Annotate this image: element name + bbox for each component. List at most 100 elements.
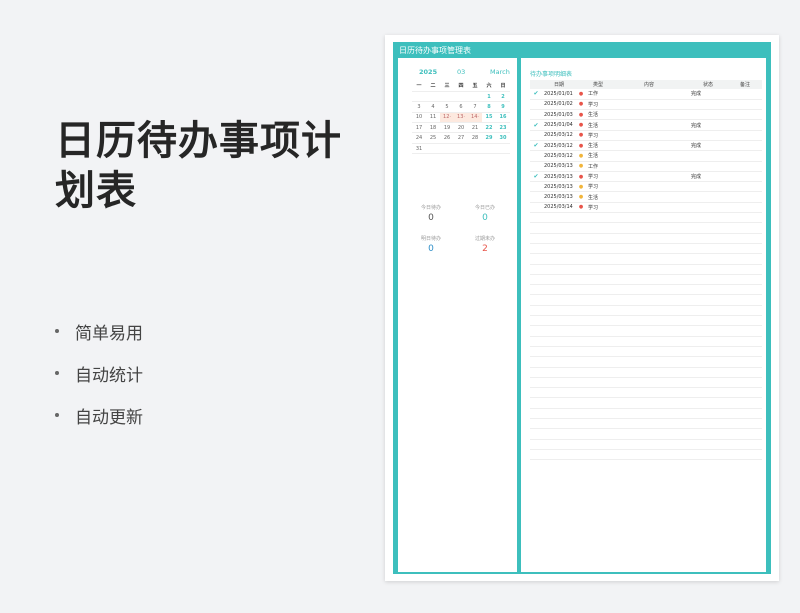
table-row[interactable]: 2025/03/14 ● 学习: [530, 202, 762, 214]
table-row[interactable]: [530, 315, 762, 327]
calendar-day[interactable]: 20: [454, 122, 468, 134]
table-row[interactable]: [530, 294, 762, 306]
table-row[interactable]: 2025/03/13 ● 工作: [530, 161, 762, 172]
todo-date-cell: 2025/03/13: [542, 191, 576, 203]
table-row[interactable]: [530, 356, 762, 368]
calendar-day[interactable]: 17: [412, 122, 426, 134]
calendar-day[interactable]: 25: [426, 132, 440, 144]
calendar-day[interactable]: 13·: [454, 112, 468, 124]
table-row[interactable]: [530, 397, 762, 409]
calendar-day[interactable]: 18: [426, 122, 440, 134]
calendar-day[interactable]: 2: [496, 91, 510, 103]
table-row[interactable]: [530, 418, 762, 430]
table-row[interactable]: [530, 377, 762, 389]
todo-type-cell: [586, 408, 610, 420]
table-row[interactable]: ✔ 2025/01/04 ● 生活 完成: [530, 119, 762, 131]
todo-content-cell: [610, 191, 688, 203]
calendar-weekday: 四: [454, 81, 468, 92]
calendar-day[interactable]: 8: [482, 101, 496, 113]
done-check-icon: [530, 305, 542, 317]
done-check-icon: [530, 356, 542, 368]
table-row[interactable]: ✔ 2025/03/12 ● 生活 完成: [530, 140, 762, 152]
done-check-icon: [530, 449, 542, 461]
table-row[interactable]: [530, 387, 762, 399]
todo-note-cell: [728, 119, 762, 131]
table-row[interactable]: [530, 305, 762, 317]
table-row[interactable]: [530, 408, 762, 420]
calendar-day[interactable]: 5: [440, 101, 454, 113]
table-row[interactable]: [530, 233, 762, 244]
todo-status-cell: [688, 99, 728, 111]
calendar-day[interactable]: 26: [440, 132, 454, 144]
table-row[interactable]: [530, 264, 762, 275]
todo-status-cell: [688, 191, 728, 203]
calendar-day[interactable]: 28: [468, 132, 482, 144]
calendar-day[interactable]: 11: [426, 112, 440, 124]
calendar-day[interactable]: 14·: [468, 112, 482, 124]
calendar-day[interactable]: 31: [412, 143, 426, 155]
todo-column-header: 备注: [728, 80, 762, 89]
calendar-day[interactable]: 7: [468, 101, 482, 113]
calendar-day[interactable]: 30: [496, 132, 510, 144]
table-row[interactable]: [530, 449, 762, 461]
todo-type-cell: [586, 439, 610, 450]
table-row[interactable]: [530, 253, 762, 265]
priority-dot-icon: [576, 387, 586, 399]
table-row[interactable]: [530, 336, 762, 347]
table-row[interactable]: 2025/03/13 ● 学习: [530, 181, 762, 193]
calendar-day[interactable]: 6: [454, 101, 468, 113]
stat-today-done: 今日已办 0: [460, 204, 510, 224]
todo-note-cell: [728, 325, 762, 337]
todo-content-cell: [610, 418, 688, 430]
table-row[interactable]: [530, 274, 762, 286]
calendar-year[interactable]: 2025: [419, 68, 437, 76]
done-check-icon: [530, 274, 542, 286]
todo-table-title: 待办事项明细表: [530, 71, 573, 78]
table-row[interactable]: [530, 346, 762, 358]
table-row[interactable]: [530, 325, 762, 337]
calendar-day[interactable]: 24: [412, 132, 426, 144]
table-row[interactable]: [530, 222, 762, 234]
calendar-day[interactable]: 3: [412, 101, 426, 113]
table-row[interactable]: [530, 243, 762, 255]
todo-note-cell: [728, 150, 762, 162]
calendar-day[interactable]: 10: [412, 112, 426, 124]
todo-content-cell: [610, 202, 688, 214]
table-row[interactable]: 2025/03/13 ● 生活: [530, 191, 762, 203]
table-row[interactable]: [530, 212, 762, 224]
table-row[interactable]: ✔ 2025/03/13 ● 学习 完成: [530, 171, 762, 183]
calendar-day[interactable]: 29: [482, 132, 496, 144]
table-row[interactable]: 2025/03/12 ● 生活: [530, 150, 762, 162]
stat-today-todo: 今日待办 0: [406, 204, 456, 224]
table-row[interactable]: 2025/03/12 ● 学习: [530, 130, 762, 141]
calendar-day[interactable]: 21: [468, 122, 482, 134]
table-row[interactable]: 2025/01/02 ● 学习: [530, 99, 762, 111]
calendar-day[interactable]: 4: [426, 101, 440, 113]
table-row[interactable]: [530, 439, 762, 450]
calendar-day[interactable]: 22: [482, 122, 496, 134]
calendar-day[interactable]: 27: [454, 132, 468, 144]
stat-tomorrow-todo: 明日待办 0: [406, 235, 456, 255]
todo-date-cell: [542, 408, 576, 420]
calendar-day[interactable]: 16: [496, 112, 510, 124]
calendar-day[interactable]: 12·: [440, 112, 454, 124]
table-row[interactable]: [530, 284, 762, 296]
todo-type-cell: [586, 284, 610, 296]
todo-type-cell: 学习: [586, 202, 610, 214]
calendar-day[interactable]: 15: [482, 112, 496, 124]
calendar-day[interactable]: 23: [496, 122, 510, 134]
table-row[interactable]: [530, 367, 762, 378]
table-row[interactable]: ✔ 2025/01/01 ● 工作 完成: [530, 89, 762, 100]
calendar-day[interactable]: 19: [440, 122, 454, 134]
table-row[interactable]: 2025/01/03 ● 生活: [530, 109, 762, 121]
todo-type-cell: 生活: [586, 150, 610, 162]
todo-type-cell: [586, 418, 610, 430]
calendar-day[interactable]: 1: [482, 91, 496, 103]
done-check-icon: [530, 367, 542, 378]
todo-status-cell: [688, 387, 728, 399]
calendar-month[interactable]: 03: [457, 68, 465, 76]
calendar-day[interactable]: 9: [496, 101, 510, 113]
table-row[interactable]: [530, 428, 762, 440]
calendar-grid: 一二三四五六日 1 2 3 4 5 6 7 8 9 10 11 12· 13· 14· 15 16 17 18 19…: [412, 81, 510, 155]
todo-type-cell: [586, 212, 610, 224]
